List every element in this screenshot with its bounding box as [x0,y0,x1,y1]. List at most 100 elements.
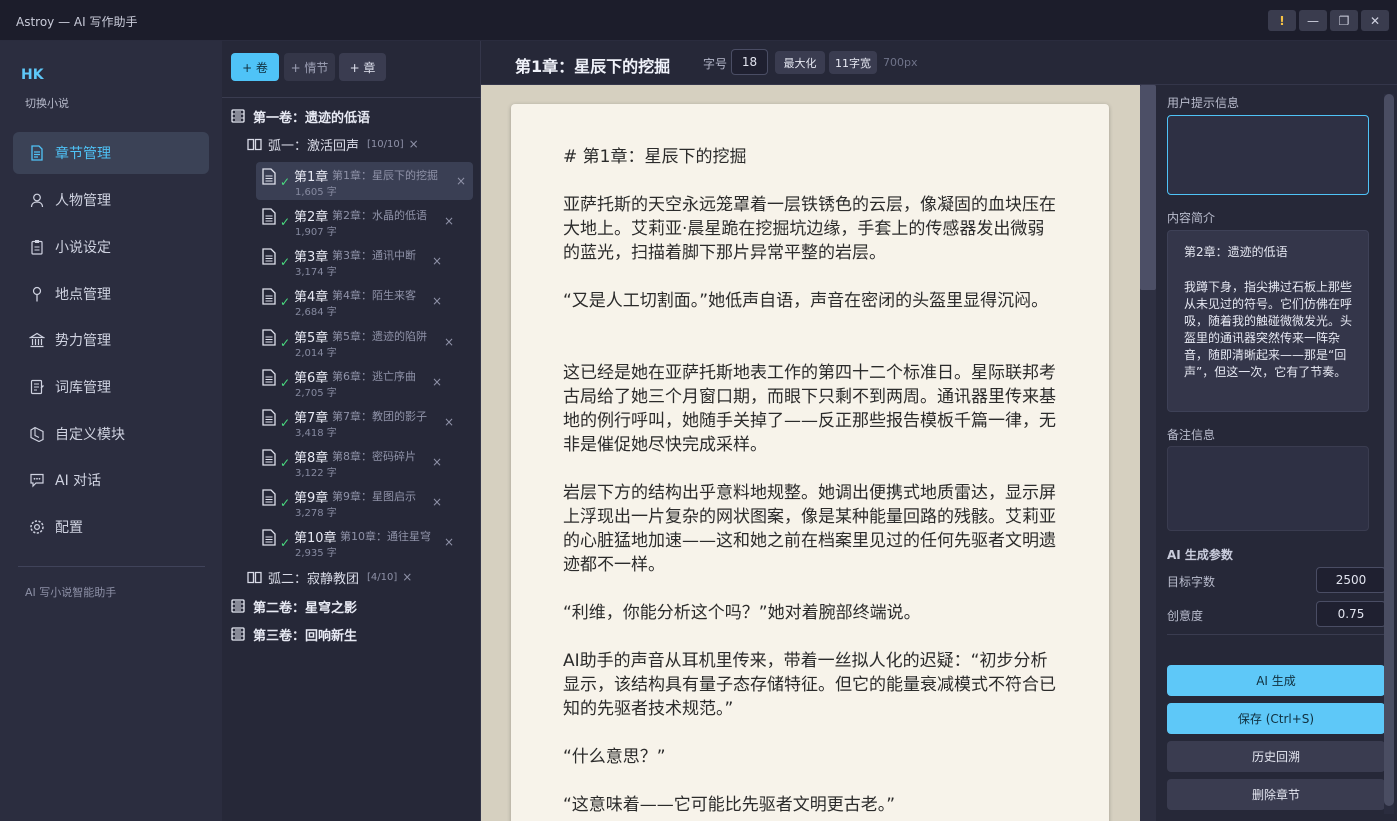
add-chapter-button[interactable]: + 章 [339,53,386,81]
chapter-subtitle: 第7章：教团的影子 [332,410,427,423]
chapter-word-count: 2,935 字 [295,548,337,559]
minimize-button[interactable]: — [1299,10,1327,31]
chapter-item[interactable]: ✓ 第9章 第9章：星图启示 3,278 字 × [256,483,473,521]
chapter-doc-icon [262,489,276,506]
tree-arc-1[interactable]: 弧一：激活回声 [10/10] × [247,134,419,154]
editor-paragraph: 亚萨托斯的天空永远笼罩着一层铁锈色的云层，像凝固的血块压在大地上。艾莉亚·晨星跪… [563,195,1056,263]
arc-count: [4/10] [367,571,398,583]
chapter-word-count: 3,122 字 [295,468,337,479]
arc-remove-button[interactable]: × [402,570,412,584]
hint-input[interactable] [1167,115,1369,195]
width-button[interactable]: 11字宽 [829,51,877,74]
tree-volume-1[interactable]: 第一卷：遗迹的低语 [231,106,370,126]
delete-chapter-button[interactable]: 删除章节 [1167,779,1385,810]
arc-remove-button[interactable]: × [409,137,419,151]
chapter-subtitle: 第1章：星辰下的挖掘 [332,169,438,182]
nav-item-characters[interactable]: 人物管理 [13,179,209,221]
nav-item-config[interactable]: 配置 [13,506,209,548]
editor-scrollbar[interactable] [1140,85,1156,821]
history-button[interactable]: 历史回溯 [1167,741,1385,772]
chapter-item[interactable]: ✓ 第10章 第10章：通往星穹 2,935 字 × [256,523,473,561]
right-scrollbar[interactable] [1384,94,1394,814]
chapter-item[interactable]: ✓ 第5章 第5章：遗迹的陷阱 2,014 字 × [256,323,473,361]
chapter-item[interactable]: ✓ 第4章 第4章：陌生来客 2,684 字 × [256,282,473,320]
maximize-button[interactable]: 最大化 [775,51,825,74]
nav-item-chapters[interactable]: 章节管理 [13,132,209,174]
chapter-subtitle: 第6章：逃亡序曲 [332,370,416,383]
chapter-remove-button[interactable]: × [444,535,454,549]
chapter-item[interactable]: ✓ 第3章 第3章：通讯中断 3,174 字 × [256,242,473,280]
font-size-input[interactable]: 18 [731,49,768,75]
chapter-remove-button[interactable]: × [444,335,454,349]
creativity-label: 创意度 [1167,609,1204,623]
hint-label: 用户提示信息 [1167,96,1240,110]
gear-icon [28,518,46,536]
chapter-remove-button[interactable]: × [456,174,466,188]
add-volume-button[interactable]: + 卷 [231,53,279,81]
params-label: AI 生成参数 [1167,548,1233,562]
alert-button[interactable]: ! [1268,10,1296,31]
chapter-remove-button[interactable]: × [432,254,442,268]
arc-count: [10/10] [367,138,404,150]
nav-item-ai-chat[interactable]: AI 对话 [13,459,209,501]
switch-novel-link[interactable]: 切换小说 [25,95,69,111]
chapter-word-count: 2,014 字 [295,348,337,359]
chapter-tree-panel: + 卷 + 情节 + 章 第一卷：遗迹的低语 弧一：激活回声 [10/10] ×… [222,41,481,821]
summary-box[interactable]: 第2章：遗迹的低语 我蹲下身，指尖拂过石板上那些从未见过的符号。它们仿佛在呼吸，… [1167,230,1369,412]
chapter-remove-button[interactable]: × [432,455,442,469]
chapter-word-count: 2,684 字 [295,307,337,318]
tree-volume-3[interactable]: 第三卷：回响新生 [231,624,357,644]
notes-input[interactable] [1167,446,1369,531]
scrollbar-thumb[interactable] [1384,94,1394,806]
person-icon [28,191,46,209]
check-icon: ✓ [280,416,291,430]
chapter-item[interactable]: ✓ 第8章 第8章：密码碎片 3,122 字 × [256,443,473,481]
book-icon [247,138,262,150]
chapter-title: 第1章：星辰下的挖掘 [515,57,671,76]
chapter-item[interactable]: ✓ 第1章 第1章：星辰下的挖掘 1,605 字 × [256,162,473,200]
editor-header: 第1章：星辰下的挖掘 字号 18 最大化 11字宽 700px [481,41,1397,85]
nav-item-label: 小说设定 [55,240,111,256]
save-button[interactable]: 保存 (Ctrl+S) [1167,703,1385,734]
chapter-word-count: 1,907 字 [295,227,337,238]
close-button[interactable]: ✕ [1361,10,1389,31]
chapter-item[interactable]: ✓ 第7章 第7章：教团的影子 3,418 字 × [256,403,473,441]
nav-item-locations[interactable]: 地点管理 [13,273,209,315]
puzzle-icon [28,425,46,443]
add-plot-button[interactable]: + 情节 [284,53,335,81]
restore-button[interactable]: ❐ [1330,10,1358,31]
ai-generate-button[interactable]: AI 生成 [1167,665,1385,696]
chapter-remove-button[interactable]: × [432,495,442,509]
bank-icon [28,331,46,349]
chapter-remove-button[interactable]: × [444,214,454,228]
chapter-doc-icon [262,248,276,265]
editor-paragraph: # 第1章：星辰下的挖掘 [563,147,747,167]
left-navigation: HK 切换小说 章节管理 人物管理 小说设定 地点管理 势力管理 词库管理 自定… [0,41,222,821]
scrollbar-thumb[interactable] [1140,85,1156,290]
notebook-icon [28,378,46,396]
chapter-remove-button[interactable]: × [432,375,442,389]
nav-item-custom-modules[interactable]: 自定义模块 [13,413,209,455]
editor-canvas: # 第1章：星辰下的挖掘 亚萨托斯的天空永远笼罩着一层铁锈色的云层，像凝固的血块… [481,85,1140,821]
target-words-input[interactable]: 2500 [1316,567,1386,593]
summary-title: 第2章：遗迹的低语 [1184,245,1288,259]
creativity-input[interactable]: 0.75 [1316,601,1386,627]
nav-item-factions[interactable]: 势力管理 [13,319,209,361]
chapter-doc-icon [262,168,276,185]
nav-item-label: 配置 [55,520,83,536]
volume-icon [231,627,245,641]
nav-item-lexicon[interactable]: 词库管理 [13,366,209,408]
chapter-remove-button[interactable]: × [432,294,442,308]
tree-arc-2[interactable]: 弧二：寂静教团 [4/10] × [247,567,412,587]
nav-item-settings-novel[interactable]: 小说设定 [13,226,209,268]
clipboard-icon [28,238,46,256]
chapter-remove-button[interactable]: × [444,415,454,429]
chapter-subtitle: 第2章：水晶的低语 [332,209,427,222]
tree-volume-2[interactable]: 第二卷：星穹之影 [231,596,357,616]
editor-paper[interactable]: # 第1章：星辰下的挖掘 亚萨托斯的天空永远笼罩着一层铁锈色的云层，像凝固的血块… [511,104,1109,821]
chapter-item[interactable]: ✓ 第2章 第2章：水晶的低语 1,907 字 × [256,202,473,240]
check-icon: ✓ [280,255,291,269]
chapter-item[interactable]: ✓ 第6章 第6章：逃亡序曲 2,705 字 × [256,363,473,401]
volume-label: 第二卷：星穹之影 [253,600,358,616]
brand-logo: HK [21,67,44,83]
